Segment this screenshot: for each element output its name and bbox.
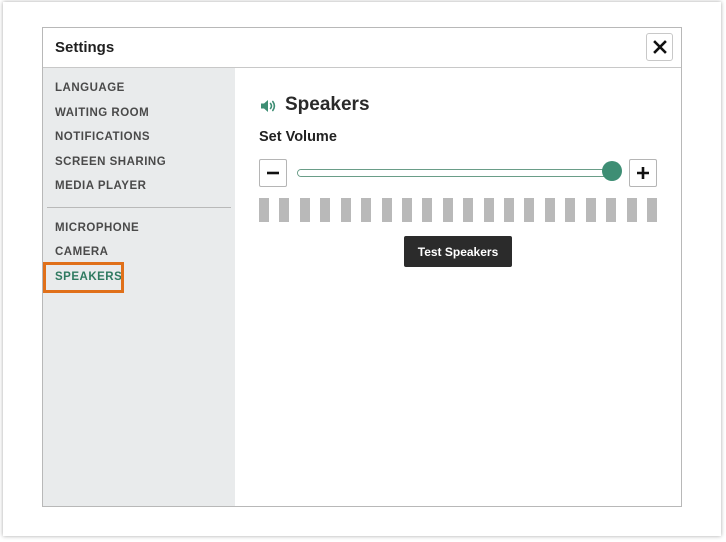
volume-slider[interactable] xyxy=(297,169,612,177)
meter-bar xyxy=(279,198,290,222)
sidebar-item-camera[interactable]: CAMERA xyxy=(55,246,108,258)
minus-icon xyxy=(267,171,279,175)
volume-decrease-button[interactable] xyxy=(259,159,287,187)
set-volume-label: Set Volume xyxy=(259,129,337,145)
meter-bar xyxy=(585,198,596,222)
settings-dialog: Settings LANGUAGE WAITING ROOM NOTIFICAT… xyxy=(42,27,682,507)
meter-bar xyxy=(626,198,637,222)
sidebar-item-language[interactable]: LANGUAGE xyxy=(55,82,125,94)
test-speakers-button[interactable]: Test Speakers xyxy=(404,236,512,267)
active-item-highlight xyxy=(43,262,124,293)
plus-icon xyxy=(637,167,649,179)
meter-bar xyxy=(422,198,433,222)
dialog-title: Settings xyxy=(55,39,115,56)
volume-level-meter xyxy=(259,198,657,222)
sidebar-item-screen-sharing[interactable]: SCREEN SHARING xyxy=(55,156,166,168)
dialog-header: Settings xyxy=(43,28,681,68)
speakers-panel: Speakers Set Volume Test Speakers xyxy=(235,68,681,506)
meter-bar xyxy=(483,198,494,222)
volume-slider-thumb[interactable] xyxy=(602,161,622,181)
sidebar-item-media-player[interactable]: MEDIA PLAYER xyxy=(55,180,146,192)
settings-sidebar: LANGUAGE WAITING ROOM NOTIFICATIONS SCRE… xyxy=(43,68,235,506)
meter-bar xyxy=(381,198,392,222)
meter-bar xyxy=(361,198,372,222)
meter-bar xyxy=(340,198,351,222)
meter-bar xyxy=(647,198,657,222)
meter-bar xyxy=(299,198,310,222)
close-icon xyxy=(652,40,667,54)
speaker-icon xyxy=(261,100,276,112)
meter-bar xyxy=(504,198,515,222)
volume-increase-button[interactable] xyxy=(629,159,657,187)
sidebar-item-notifications[interactable]: NOTIFICATIONS xyxy=(55,131,150,143)
volume-slider-fill xyxy=(298,170,611,176)
sidebar-divider xyxy=(47,207,231,208)
sidebar-item-waiting-room[interactable]: WAITING ROOM xyxy=(55,107,149,119)
meter-bar xyxy=(463,198,474,222)
meter-bar xyxy=(259,198,269,222)
meter-bar xyxy=(524,198,535,222)
meter-bar xyxy=(401,198,412,222)
meter-bar xyxy=(544,198,555,222)
meter-bar xyxy=(565,198,576,222)
meter-bar xyxy=(442,198,453,222)
close-button[interactable] xyxy=(646,33,673,61)
section-title: Speakers xyxy=(285,94,370,115)
sidebar-item-microphone[interactable]: MICROPHONE xyxy=(55,222,139,234)
meter-bar xyxy=(320,198,331,222)
meter-bar xyxy=(606,198,617,222)
